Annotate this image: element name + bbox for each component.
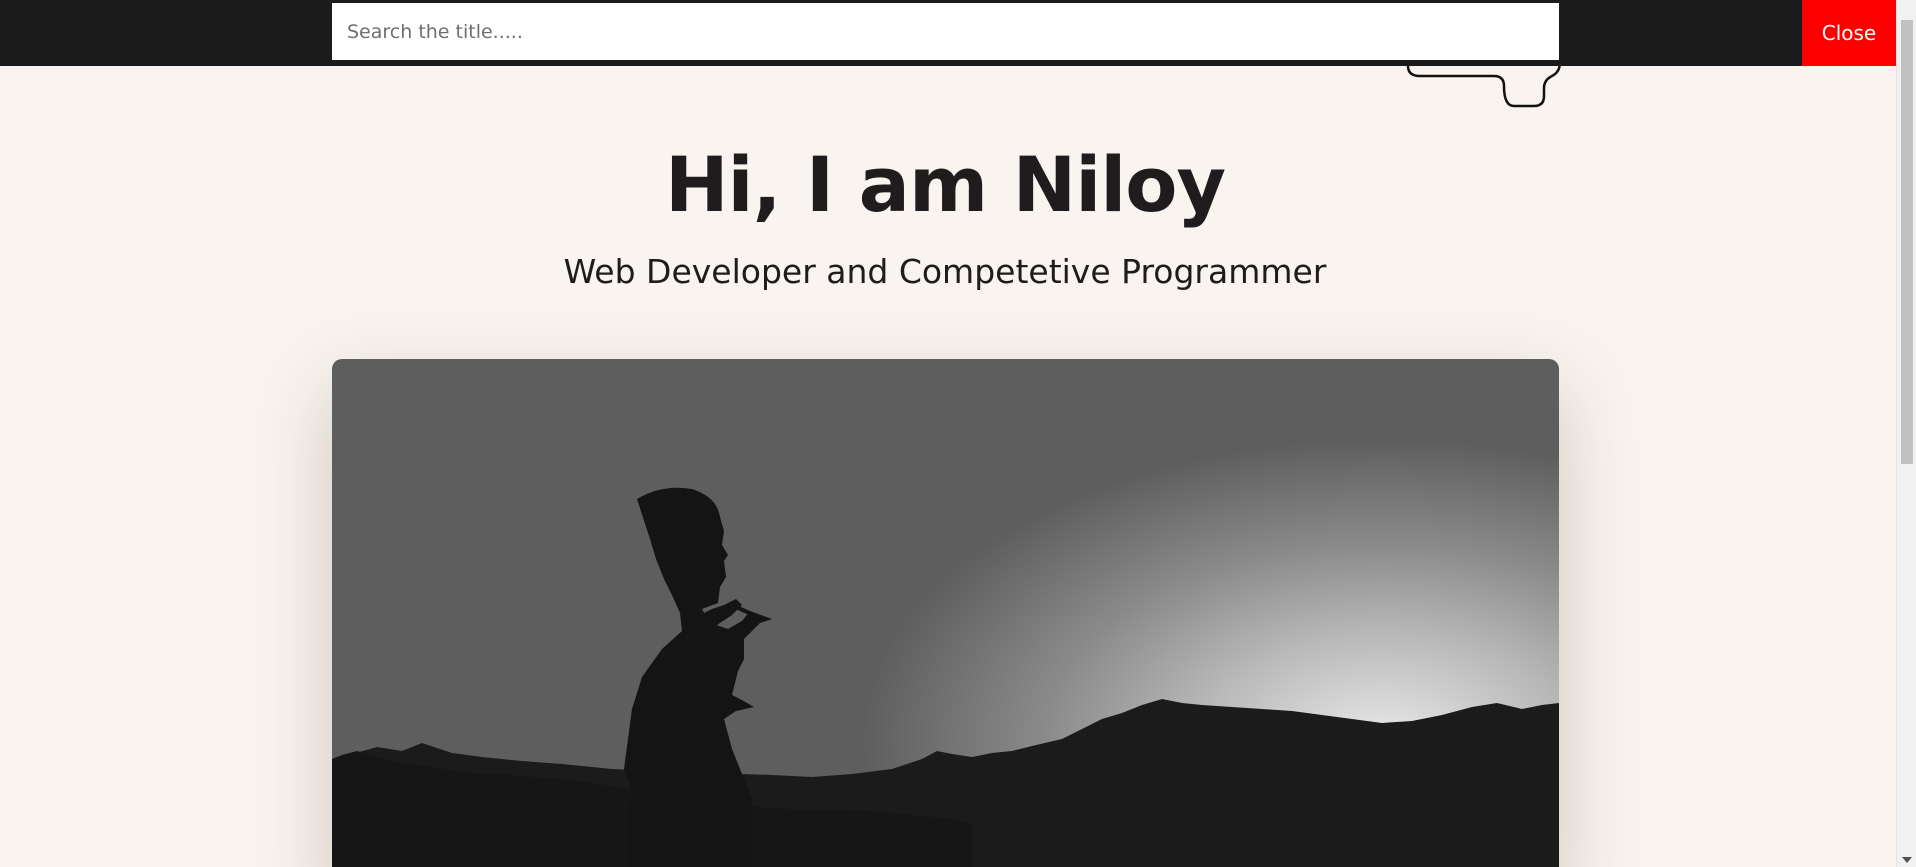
hero-subtitle: Web Developer and Competetive Programmer bbox=[563, 252, 1327, 291]
search-input[interactable] bbox=[332, 3, 1559, 60]
hero-image bbox=[332, 359, 1559, 867]
hero-title: Hi, I am Niloy bbox=[664, 140, 1226, 229]
vertical-scrollbar[interactable] bbox=[1896, 0, 1916, 867]
search-overlay-bar: Close bbox=[0, 0, 1896, 66]
close-button[interactable]: Close bbox=[1802, 0, 1896, 66]
page: Close Hi, I am Niloy Web Developer and C… bbox=[0, 0, 1916, 867]
scroll-thumb[interactable] bbox=[1901, 20, 1913, 464]
silhouette-photo bbox=[332, 487, 1559, 867]
scroll-down-arrow-icon[interactable] bbox=[1902, 857, 1912, 863]
